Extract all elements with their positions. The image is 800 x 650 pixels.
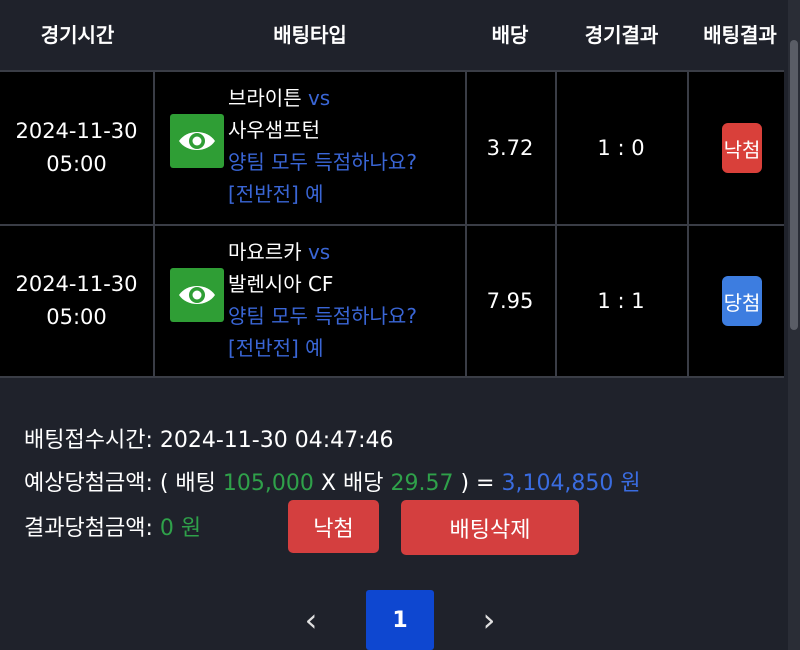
expected-payout-line: 예상당첨금액: ( 배팅 105,000 X 배당 29.57 ) = 3,10… (24, 465, 641, 497)
table-header: 경기시간 배팅타입 배당 경기결과 배팅결과 (0, 0, 784, 70)
bet-type-info: 마요르카 vs 발렌시아 CF 양팀 모두 득점하나요? [전반전] 예 (228, 236, 468, 364)
game-date: 2024-11-30 (15, 119, 138, 143)
status-button[interactable]: 낙첨 (288, 500, 379, 553)
bet-pick: [전반전] 예 (228, 336, 324, 360)
header-bet-result: 배팅결과 (703, 22, 777, 47)
stake-amount: 105,000 (222, 471, 314, 496)
receipt-time-label: 배팅접수시간: (24, 428, 153, 453)
eye-icon (179, 132, 215, 150)
times-odds: X 배당 (320, 471, 384, 496)
open-paren: ( 배팅 (159, 471, 216, 496)
prev-page-button[interactable]: ‹ (290, 590, 332, 650)
header-bet-type: 배팅타입 (273, 22, 347, 47)
bet-question: 양팀 모두 득점하나요? (228, 304, 417, 328)
receipt-time-value: 2024-11-30 04:47:46 (159, 428, 394, 453)
result-payout-line: 결과당첨금액: 0 원 (24, 510, 201, 542)
game-score: 1 : 0 (597, 136, 645, 160)
delete-bet-button[interactable]: 배팅삭제 (401, 500, 579, 555)
bet-type-info: 브라이튼 vs 사우샘프턴 양팀 모두 득점하나요? [전반전] 예 (228, 82, 468, 210)
home-team: 마요르카 (228, 240, 302, 264)
expected-amount: 3,104,850 원 (501, 471, 641, 496)
bet-result-badge: 낙첨 (722, 123, 762, 173)
game-score: 1 : 1 (597, 289, 645, 313)
odds-value: 3.72 (486, 136, 534, 160)
game-hour: 05:00 (46, 305, 107, 329)
bet-pick: [전반전] 예 (228, 182, 324, 206)
game-date: 2024-11-30 (15, 272, 138, 296)
receipt-time-line: 배팅접수시간: 2024-11-30 04:47:46 (24, 422, 394, 454)
vs-label: vs (307, 86, 331, 110)
result-payout-amount: 0 원 (159, 516, 202, 541)
view-button[interactable] (170, 114, 224, 168)
result-payout-label: 결과당첨금액: (24, 516, 153, 541)
expected-payout-label: 예상당첨금액: (24, 471, 153, 496)
page-1-button[interactable]: 1 (366, 590, 434, 650)
header-odds: 배당 (491, 22, 529, 47)
home-team: 브라이튼 (228, 86, 302, 110)
total-odds: 29.57 (390, 471, 454, 496)
game-hour: 05:00 (46, 152, 107, 176)
away-team: 사우샘프턴 (228, 118, 320, 142)
eye-icon (179, 286, 215, 304)
table-row: 2024-11-30 05:00 마요르카 vs 발렌시아 CF 양팀 모두 득… (0, 224, 784, 378)
bet-table: 2024-11-30 05:00 브라이튼 vs 사우샘프턴 양팀 모두 득점하… (0, 70, 784, 378)
header-game-time: 경기시간 (40, 22, 115, 47)
game-time: 2024-11-30 05:00 (0, 226, 153, 376)
table-row: 2024-11-30 05:00 브라이튼 vs 사우샘프턴 양팀 모두 득점하… (0, 70, 784, 224)
vs-label: vs (307, 240, 331, 264)
bet-result-badge: 당첨 (722, 276, 762, 326)
odds-value: 7.95 (486, 289, 534, 313)
away-team: 발렌시아 CF (228, 272, 334, 296)
bet-question: 양팀 모두 득점하나요? (228, 150, 417, 174)
game-time: 2024-11-30 05:00 (0, 72, 153, 224)
view-button[interactable] (170, 268, 224, 322)
close-paren: ) = (460, 471, 495, 496)
header-game-result: 경기결과 (584, 22, 659, 47)
next-page-button[interactable]: › (468, 590, 510, 650)
